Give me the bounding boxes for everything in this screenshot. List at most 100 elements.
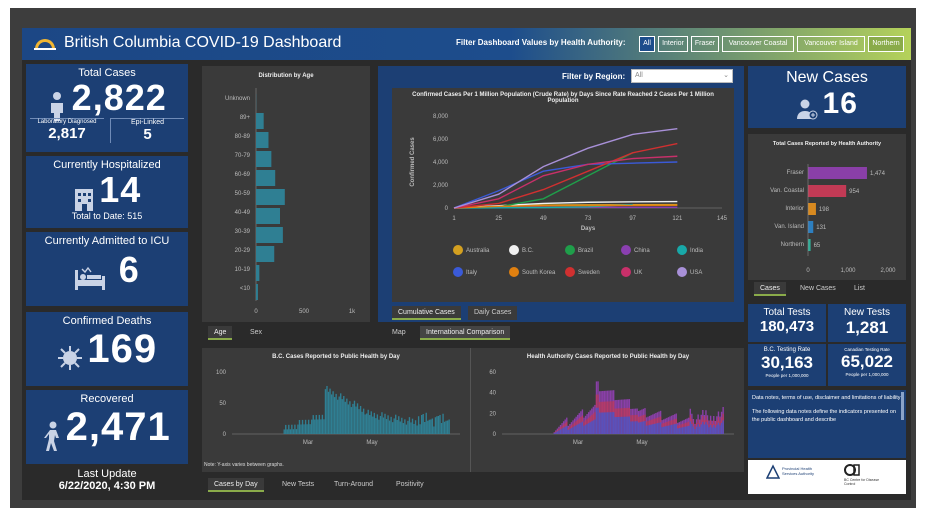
daily-bar [575, 425, 577, 434]
daily-bar [694, 429, 696, 434]
daily-bar [401, 417, 403, 434]
bccdc-logo-icon [844, 464, 860, 476]
daily-bar [673, 424, 676, 434]
daily-bar [442, 413, 444, 434]
daily-bar [352, 403, 354, 434]
can-rate-value: 65,022 [841, 352, 893, 371]
filter-vancoastal-button[interactable]: Vancouver Coastal [722, 36, 794, 52]
recovered-title: Recovered [80, 393, 134, 405]
ha-bar [808, 203, 816, 215]
daily-bar [580, 422, 582, 434]
daily-bar [577, 424, 579, 434]
epi-linked-value: 5 [143, 126, 152, 143]
tab-age[interactable]: Age [208, 326, 233, 340]
notes-heading: Data notes, terms of use, disclaimer and… [752, 395, 901, 401]
tab-new-tests[interactable]: New Tests [276, 478, 320, 492]
tab-daily-cases[interactable]: Daily Cases [468, 306, 518, 320]
tab-ha-cases[interactable]: Cases [754, 282, 786, 296]
intl-y-tick: 6,000 [433, 137, 449, 143]
age-x-tick: 500 [299, 309, 310, 315]
icu-value: 6 [118, 249, 140, 290]
region-select[interactable]: All ⌄ [631, 69, 733, 83]
daily-x-tick: May [366, 440, 377, 446]
daily-bar [663, 426, 665, 434]
age-tick-label: Unknown [225, 96, 250, 102]
data-notes-panel[interactable]: Data notes, terms of use, disclaimer and… [748, 390, 906, 458]
daily-bar [606, 412, 609, 434]
total-cases-value: 2,822 [71, 77, 167, 118]
daily-y-tick: 0 [223, 432, 227, 438]
tab-ha-list[interactable]: List [848, 282, 871, 296]
daily-bar [648, 424, 651, 434]
daily-bar [378, 419, 380, 434]
y-axis-note: Note: Y-axis varies between graphs. [204, 462, 284, 468]
daily-bar [591, 421, 593, 434]
bccdc-logo-text: BC Centre for Disease Control [844, 478, 880, 486]
ha-bar-label: 198 [819, 207, 830, 213]
tab-international[interactable]: International Comparison [420, 326, 511, 340]
daily-bar [677, 428, 679, 434]
daily-bar [333, 397, 336, 434]
age-bar [256, 132, 269, 148]
panel-divider [470, 348, 471, 472]
daily-bar [425, 412, 427, 434]
filter-interior-button[interactable]: Interior [658, 36, 688, 52]
daily-bar [349, 401, 351, 434]
phsa-logo-text: Provincial Health Services Authority [782, 466, 815, 476]
tab-turn-around[interactable]: Turn-Around [328, 478, 379, 492]
tab-map[interactable]: Map [386, 326, 412, 340]
filter-vanisland-button[interactable]: Vancouver Island [797, 36, 865, 52]
tab-cumulative-cases[interactable]: Cumulative Cases [392, 306, 461, 320]
daily-bar [335, 393, 337, 434]
ha-bar-label: 954 [849, 189, 860, 195]
age-tick-label: 20-29 [235, 248, 251, 254]
daily-bar [570, 428, 573, 434]
daily-bar [422, 414, 424, 434]
hospitalized-total-label: Total to Date: 515 [71, 211, 143, 221]
tab-ha-new-cases[interactable]: New Cases [794, 282, 842, 296]
legend-swatch [621, 267, 631, 277]
intl-x-tick: 97 [629, 216, 636, 222]
daily-bar [336, 399, 339, 434]
intl-series-line [453, 155, 678, 209]
daily-bar [301, 419, 304, 434]
legend-label: China [634, 248, 650, 254]
age-x-tick: 1k [349, 309, 356, 315]
filter-all-button[interactable]: All [639, 36, 655, 52]
deaths-value: 169 [87, 327, 158, 371]
filter-northern-button[interactable]: Northern [868, 36, 904, 52]
daily-bar [650, 424, 652, 434]
daily-bar [427, 420, 429, 434]
hospitalized-card: Currently Hospitalized 14 Total to Date:… [26, 156, 188, 228]
daily-bar [309, 424, 311, 434]
legend-label: Italy [466, 270, 477, 276]
daily-bar [387, 415, 389, 434]
notes-scrollbar[interactable] [901, 392, 904, 420]
daily-bar [393, 418, 395, 434]
age-chart-title: Distribution by Age [258, 73, 314, 79]
tab-cases-by-day[interactable]: Cases by Day [208, 478, 264, 492]
new-cases-value: 16 [822, 87, 858, 120]
legend-swatch [677, 267, 687, 277]
daily-bar [684, 426, 687, 434]
bc-testing-rate-card: B.C. Testing Rate 30,163 People per 1,00… [748, 344, 826, 386]
daily-bar [586, 424, 588, 434]
ha-filter-label: Filter Dashboard Values by Health Author… [456, 38, 626, 47]
ha-x-tick: 2,000 [880, 268, 896, 274]
daily-bar [332, 391, 334, 434]
daily-bar [361, 411, 363, 434]
daily-bar [323, 419, 325, 434]
daily-bar [675, 423, 677, 434]
deaths-card: Confirmed Deaths 169 [26, 312, 188, 386]
daily-y-tick: 20 [489, 411, 496, 417]
daily-bar [430, 419, 432, 434]
tab-sex[interactable]: Sex [244, 326, 268, 340]
new-cases-title: New Cases [786, 69, 868, 86]
ha-cases-panel: Total Cases Reported by Health Authority… [748, 134, 906, 280]
daily-bar [340, 393, 342, 434]
daily-bar [655, 423, 657, 434]
age-tick-label: 60-69 [235, 172, 251, 178]
daily-bar [556, 431, 559, 434]
tab-positivity[interactable]: Positivity [390, 478, 430, 492]
filter-fraser-button[interactable]: Fraser [691, 36, 719, 52]
